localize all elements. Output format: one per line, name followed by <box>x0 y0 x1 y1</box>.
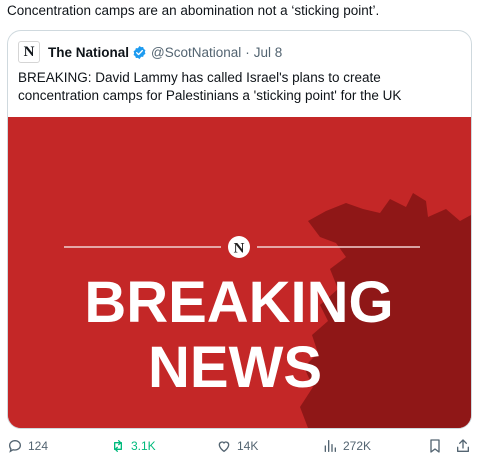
bookmark-button[interactable] <box>427 438 443 454</box>
views-count: 272K <box>343 439 372 453</box>
views-button[interactable]: 272K <box>322 438 371 454</box>
share-button[interactable] <box>455 438 471 454</box>
heart-icon <box>218 441 230 453</box>
post-text: Concentration camps are an abomination n… <box>7 3 380 18</box>
image-headline-line2: NEWS <box>148 335 322 400</box>
post-actions-bar: 124 3.1K 14K 272K <box>0 438 485 458</box>
repost-count: 3.1K <box>131 439 156 453</box>
repost-button[interactable]: 3.1K <box>110 438 156 454</box>
repost-icon <box>114 440 122 452</box>
share-icon <box>457 439 469 452</box>
author-avatar[interactable]: N <box>18 41 40 63</box>
author-name[interactable]: The National <box>48 45 129 60</box>
quoted-post-header: N The National @ScotNational · Jul 8 <box>18 41 283 63</box>
bookmark-icon <box>430 439 440 453</box>
verified-badge-icon <box>133 45 146 59</box>
separator-dot: · <box>245 44 250 60</box>
reply-button[interactable]: 124 <box>7 438 48 454</box>
breaking-news-image[interactable]: N BREAKING NEWS <box>8 117 471 428</box>
image-logo-letter: N <box>234 241 245 257</box>
breaking-news-graphic: N BREAKING NEWS <box>8 117 471 428</box>
quoted-post-text: BREAKING: David Lammy has called Israel'… <box>18 70 402 103</box>
post-date[interactable]: Jul 8 <box>254 45 283 60</box>
image-headline-line1: BREAKING <box>84 270 393 335</box>
author-handle[interactable]: @ScotNational <box>151 45 241 60</box>
reply-count: 124 <box>28 439 49 453</box>
views-icon <box>324 440 336 452</box>
like-count: 14K <box>237 439 259 453</box>
like-button[interactable]: 14K <box>216 438 258 454</box>
reply-icon <box>8 439 22 453</box>
quoted-post-card[interactable]: N The National @ScotNational · Jul 8 BRE… <box>7 30 472 429</box>
